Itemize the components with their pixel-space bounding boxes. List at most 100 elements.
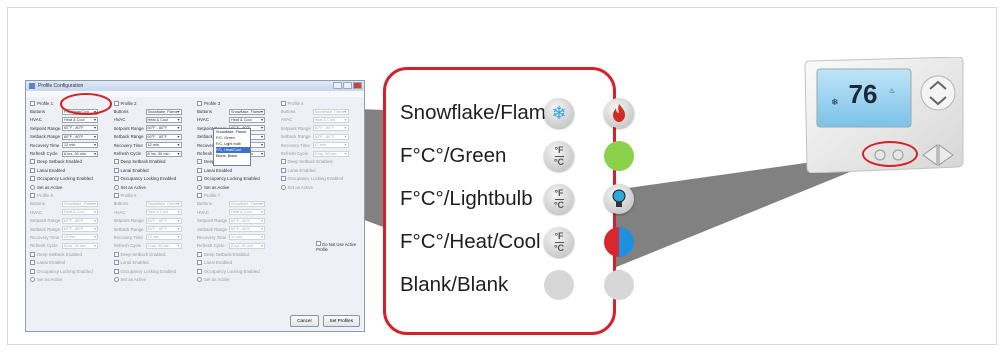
hvac-select[interactable]: Heat & Cool [312, 116, 349, 123]
option-checkbox[interactable] [113, 159, 119, 165]
option-label: Occupancy Locking Enabled [287, 176, 344, 182]
option-label: Set as Active [120, 276, 146, 282]
lightbulb-icon [604, 184, 634, 214]
buttons-select[interactable]: Snowflake, Flame [312, 108, 349, 115]
recovery-select[interactable]: 12 min [62, 234, 98, 241]
profile-name: Profile 5 [37, 192, 54, 198]
option-checkbox[interactable] [30, 268, 35, 274]
hvac-select[interactable]: Heat & Cool [62, 116, 98, 123]
option-checkbox[interactable] [30, 260, 35, 266]
recovery-select[interactable]: 12 min [145, 234, 182, 241]
option-checkbox[interactable] [280, 159, 286, 165]
set-active-radio[interactable] [113, 276, 119, 282]
option-label: Occupancy Locking Enabled [37, 268, 93, 274]
set-active-radio[interactable] [280, 184, 286, 190]
option-checkbox[interactable] [113, 268, 119, 274]
setback-select[interactable]: 60°F - 80°F [62, 133, 98, 140]
recovery-select[interactable]: 12 min [229, 234, 265, 241]
option-checkbox[interactable] [113, 251, 119, 257]
field-label: Refresh Cycle [30, 151, 58, 157]
profile-enable-checkbox[interactable] [197, 192, 202, 198]
field-label: Refresh Cycle [30, 243, 58, 249]
setpoint-select[interactable]: 60°F - 80°F [312, 125, 349, 132]
field-label: Setback Range [30, 226, 60, 232]
option-checkbox[interactable] [113, 260, 119, 266]
set-active-radio[interactable] [30, 184, 35, 190]
hvac-select[interactable]: Heat & Cool [62, 209, 98, 216]
option-checkbox[interactable] [197, 159, 202, 165]
button-option-row: Blank/Blank [386, 265, 634, 305]
option-checkbox[interactable] [113, 176, 119, 182]
recovery-select[interactable]: 12 min [145, 142, 182, 149]
setback-select[interactable]: 60°F - 80°F [145, 133, 182, 140]
option-checkbox[interactable] [30, 167, 35, 173]
refresh-select[interactable]: 8 hrs, 30 min [62, 242, 98, 249]
option-checkbox[interactable] [280, 176, 286, 182]
cancel-button[interactable]: Cancel [290, 315, 319, 327]
option-checkbox[interactable] [30, 176, 35, 182]
profile-panel: Profile 1 Buttons F/C, Heat/Cool HVAC Heat &… [30, 99, 110, 191]
setpoint-select[interactable]: 60°F - 80°F [145, 125, 182, 132]
setback-select[interactable]: 60°F - 80°F [312, 133, 349, 140]
set-active-radio[interactable] [197, 276, 202, 282]
buttons-select[interactable]: Snowflake, Flame [145, 200, 182, 207]
buttons-select[interactable]: Snowflake, Flame [229, 108, 265, 115]
profile-enable-checkbox[interactable] [30, 192, 35, 198]
option-label: Set as Active [37, 276, 63, 282]
setpoint-select[interactable]: 60°F - 80°F [62, 217, 98, 224]
setback-select[interactable]: 60°F - 80°F [62, 226, 98, 233]
close-button[interactable] [353, 82, 362, 89]
setpoint-select[interactable]: 60°F - 80°F [62, 125, 98, 132]
set-active-radio[interactable] [30, 276, 35, 282]
setback-select[interactable]: 60°F - 80°F [145, 226, 182, 233]
option-checkbox[interactable] [30, 159, 35, 165]
button-option-row: F°C°/Heat/Cool °F °C [386, 222, 634, 262]
setpoint-select[interactable]: 60°F - 80°F [229, 217, 265, 224]
option-checkbox[interactable] [197, 167, 202, 173]
option-checkbox[interactable] [280, 167, 286, 173]
option-checkbox[interactable] [113, 167, 119, 173]
option-label: Set as Active [204, 276, 230, 282]
option-checkbox[interactable] [197, 268, 202, 274]
buttons-select[interactable]: Snowflake, Flame [229, 200, 265, 207]
no-profile-checkbox[interactable] [316, 241, 321, 246]
maximize-button[interactable] [343, 82, 352, 89]
set-active-radio[interactable] [197, 184, 202, 190]
buttons-select[interactable]: Snowflake, Flame [62, 200, 98, 207]
recovery-select[interactable]: 12 min [62, 142, 98, 149]
setpoint-select[interactable]: 60°F - 80°F [145, 217, 182, 224]
option-checkbox[interactable] [30, 251, 35, 257]
profile-enable-checkbox[interactable] [197, 100, 202, 106]
profile-enable-checkbox[interactable] [113, 100, 119, 106]
hvac-select[interactable]: Heat & Cool [229, 209, 265, 216]
hvac-select[interactable]: Heat & Cool [229, 116, 265, 123]
set-active-radio[interactable] [113, 184, 119, 190]
refresh-select[interactable]: 8 hrs, 30 min [145, 242, 182, 249]
minimize-button[interactable] [333, 82, 342, 89]
option-label: Blank/Blank [400, 273, 509, 296]
refresh-select[interactable]: 8 hrs, 30 min [229, 242, 265, 249]
refresh-select[interactable]: 8 hrs, 30 min [312, 150, 349, 157]
field-label: Recovery Time [280, 142, 310, 148]
thermostat-temperature: 76 [849, 79, 878, 109]
option-checkbox[interactable] [197, 260, 202, 266]
setback-select[interactable]: 60°F - 80°F [229, 226, 265, 233]
buttons-select[interactable]: F/C, Heat/Cool [62, 108, 98, 115]
refresh-select[interactable]: 8 hrs, 30 min [62, 150, 98, 157]
field-label: Setback Range [113, 226, 144, 232]
profile-enable-checkbox[interactable] [30, 100, 35, 106]
refresh-select[interactable]: 8 hrs, 30 min [145, 150, 182, 157]
option-label: Lanai Enabled [120, 260, 149, 266]
hvac-select[interactable]: Heat & Cool [145, 116, 182, 123]
profile-enable-checkbox[interactable] [113, 192, 119, 198]
buttons-select[interactable]: Snowflake, Flame [145, 108, 182, 115]
dropdown-option[interactable]: Blank, Blank [216, 153, 250, 159]
set-profiles-button[interactable]: Set Profiles [322, 315, 360, 327]
hvac-select[interactable]: Heat & Cool [145, 209, 182, 216]
buttons-dropdown-list[interactable]: Snowflake, Flame F/C, Green F/C, Light bul… [213, 128, 251, 166]
profile-enable-checkbox[interactable] [280, 100, 286, 106]
recovery-select[interactable]: 12 min [312, 142, 349, 149]
field-label: Buttons [280, 109, 296, 115]
option-checkbox[interactable] [197, 251, 202, 257]
option-checkbox[interactable] [197, 176, 202, 182]
